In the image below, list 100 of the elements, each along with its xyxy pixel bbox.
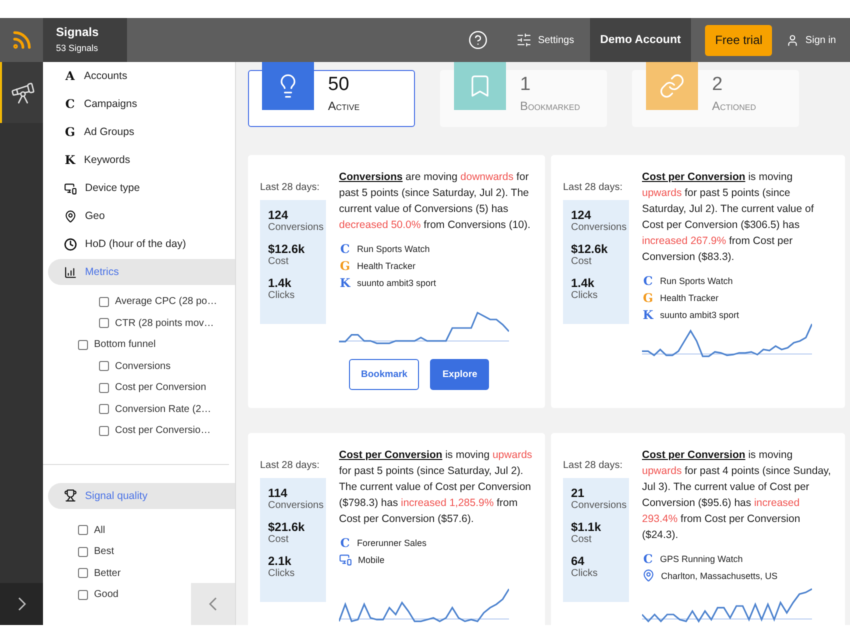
sidebar-item-label: Metrics (85, 266, 119, 278)
checkbox[interactable] (99, 361, 109, 372)
sign-in-button[interactable]: Sign in (772, 18, 850, 62)
checkbox[interactable] (78, 568, 88, 578)
metric-link[interactable]: Cost per Conversion (642, 171, 746, 183)
primary-button[interactable]: Explore (430, 359, 490, 390)
checkbox-label: Conversion Rate (2… (115, 404, 212, 415)
sidebar-item[interactable]: Device type (48, 174, 235, 202)
sidebar-item[interactable]: Geo (48, 202, 235, 230)
signal-summary: Conversions are moving downwards for past 5 points (since Saturday, Jul 2). The current value of Conversions (5) has decreased 50.0% from Conversions (10). (339, 170, 532, 233)
checkbox[interactable] (99, 318, 109, 328)
signal-count: 53 Signals (56, 43, 100, 53)
checkbox-label: Conversions (115, 360, 171, 372)
metric-value: $1.1k (571, 520, 602, 534)
checkbox[interactable] (99, 404, 109, 414)
metric-value: 114 (268, 486, 288, 500)
metric-value: 1.4k (268, 276, 292, 290)
period-label: Last 28 days: (260, 182, 320, 193)
checkbox-label: Average CPC (28 po… (115, 296, 218, 308)
entity-label: Run Sports Watch (660, 276, 733, 286)
letter-icon: C (642, 552, 654, 566)
metric-label: Clicks (268, 568, 296, 579)
stat-count: 2 (712, 74, 724, 96)
metric-link[interactable]: Conversions (339, 171, 403, 183)
checkbox[interactable] (78, 340, 88, 350)
stat-label: Actioned (712, 99, 756, 113)
metric-value: 2.1k (268, 554, 292, 568)
sidebar-item-label: Ad Groups (84, 126, 134, 138)
metric-label: Clicks (268, 290, 296, 301)
entity-label: Forerunner Sales (357, 538, 427, 548)
bar-chart-icon (64, 266, 77, 278)
checkbox-label: Bottom funnel (94, 339, 156, 350)
metric-value: 21 (571, 486, 586, 500)
letter-icon: G (64, 125, 76, 139)
metric-label: Cost (571, 534, 593, 545)
stat-card[interactable]: 1 Bookmarked (440, 62, 607, 127)
outline-button[interactable]: Bookmark (349, 359, 420, 390)
device-icon (64, 182, 77, 194)
sidebar-item[interactable]: G Ad Groups (48, 118, 235, 146)
letter-icon: C (339, 242, 351, 256)
metric-value: 1.4k (571, 276, 596, 290)
metric-value: $12.6k (571, 242, 609, 256)
sidebar-item[interactable]: HoD (hour of the day) (48, 230, 235, 258)
period-label: Last 28 days: (563, 182, 624, 193)
metric-label: Conversions (268, 500, 325, 511)
entity-label: Health Tracker (357, 261, 416, 271)
metric-link[interactable]: Cost per Conversion (642, 449, 746, 461)
entity-label: Charlton, Massachusetts, US (661, 570, 778, 580)
stat-card[interactable]: 2 Actioned (632, 62, 799, 127)
metric-value: 64 (571, 554, 586, 568)
entity-label: Run Sports Watch (357, 244, 430, 254)
letter-icon: A (64, 69, 76, 83)
sidebar-item[interactable]: K Keywords (48, 146, 235, 174)
letter-icon: K (64, 153, 76, 167)
metric-value: $12.6k (268, 242, 306, 256)
sliders-icon (516, 32, 532, 48)
sidebar-item[interactable]: C Campaigns (48, 90, 235, 118)
metric-label: Clicks (571, 290, 599, 301)
signal-summary: Cost per Conversion is moving upwards for past 5 points (since Saturday, Jul 2). The current value of Cost per Conversion ($306.5) has increased 267.9% from Cost per Conversion ($83.3). (642, 170, 815, 265)
metric-value: 124 (268, 208, 290, 222)
chevron-right-icon (18, 597, 26, 611)
rss-icon (10, 29, 32, 51)
metric-label: Cost (268, 256, 290, 267)
metric-label: Cost (571, 256, 593, 267)
sidebar-item[interactable]: A Accounts (48, 62, 235, 90)
metric-label: Conversions (571, 222, 628, 233)
logo[interactable] (0, 18, 43, 62)
checkbox[interactable] (78, 525, 88, 536)
metric-link[interactable]: Cost per Conversion (339, 449, 442, 461)
stat-count: 50 (328, 74, 350, 96)
entity-label: suunto ambit3 sport (357, 278, 436, 288)
settings-button[interactable]: Settings (502, 18, 588, 62)
letter-icon: G (339, 259, 351, 273)
free-trial-button[interactable]: Free trial (705, 24, 772, 56)
sidebar-item-label: Keywords (84, 154, 130, 166)
checkbox[interactable] (78, 546, 88, 557)
stat-label: Active (328, 99, 360, 113)
metric-label: Clicks (571, 568, 599, 579)
stat-card[interactable]: 50 Active (248, 62, 415, 127)
checkbox-label: Cost per Conversio… (115, 425, 211, 436)
period-label: Last 28 days: (563, 460, 624, 471)
entity-label: Mobile (358, 554, 385, 564)
checkbox[interactable] (99, 426, 109, 436)
checkbox-label: All (94, 524, 106, 536)
user-icon (786, 34, 800, 46)
account-name[interactable]: Demo Account (590, 18, 692, 62)
metric-label: Conversions (268, 222, 325, 233)
checkbox-label: Better (94, 568, 121, 579)
checkbox[interactable] (99, 296, 109, 307)
entity-label: GPS Running Watch (660, 554, 743, 564)
help-icon (468, 30, 488, 50)
entity-label: suunto ambit3 sport (660, 310, 740, 320)
letter-icon: K (642, 308, 654, 322)
letter-icon: C (642, 274, 654, 288)
metric-label: Cost (268, 534, 290, 545)
checkbox-label: Best (94, 546, 114, 558)
location-pin-icon (64, 210, 77, 222)
checkbox[interactable] (99, 382, 109, 393)
signal-summary: Cost per Conversion is moving upwards for past 5 points (since Saturday, Jul 2). The current value of Cost per Conversion ($798.3) has increased 1,285.9% from Cost per Conversion ($57.6). (339, 448, 534, 527)
checkbox[interactable] (78, 590, 88, 600)
